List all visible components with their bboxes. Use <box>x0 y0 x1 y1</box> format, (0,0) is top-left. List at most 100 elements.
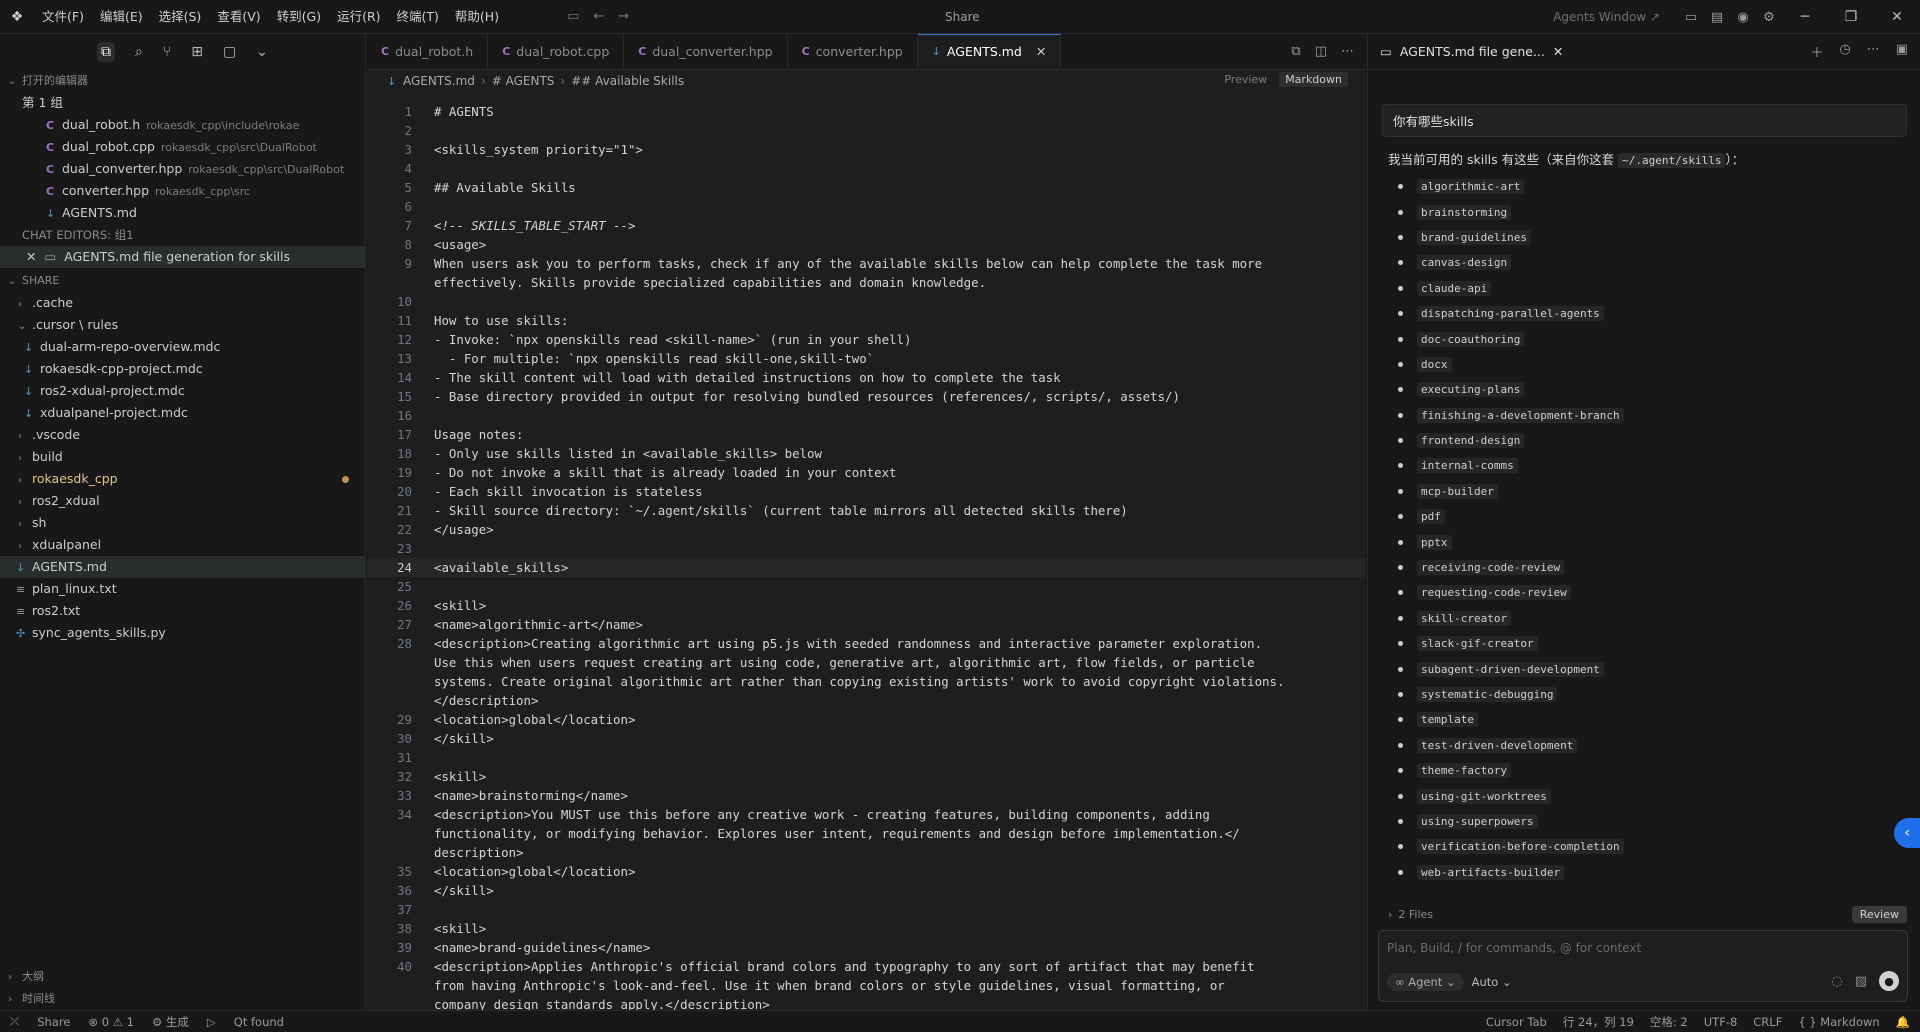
encoding[interactable]: UTF-8 <box>1704 1015 1738 1029</box>
file-item[interactable]: ↓ dual-arm-repo-overview.mdc <box>0 336 365 358</box>
user-message[interactable]: 你有哪些skills <box>1382 104 1907 137</box>
folder-xdualpanel[interactable]: › xdualpanel <box>0 534 365 556</box>
folder-sh[interactable]: › sh <box>0 512 365 534</box>
open-preview-icon[interactable]: ⧉ <box>1291 44 1300 59</box>
skill-list-item: template <box>1398 707 1907 732</box>
extensions-icon[interactable]: ⊞ <box>191 44 203 60</box>
close-icon[interactable]: ✕ <box>26 249 36 264</box>
notifications-bell-icon[interactable]: 🔔 <box>1896 1015 1910 1029</box>
code-editor[interactable]: 1 # AGENTS 2 3 <skills_system priority="1"… <box>367 102 1366 1012</box>
chevron-down-icon[interactable]: ⌄ <box>256 44 268 60</box>
status-workspace[interactable]: Share <box>37 1015 70 1029</box>
preview-mode-button[interactable]: Preview <box>1218 72 1273 87</box>
run-icon[interactable]: ▷ <box>207 1015 216 1029</box>
breadcrumb-file[interactable]: AGENTS.md <box>403 74 475 88</box>
remote-indicator-icon[interactable]: ⤫ <box>10 1014 19 1029</box>
new-chat-icon[interactable]: ＋ <box>1810 42 1823 61</box>
remote-explorer-icon[interactable]: ▢ <box>223 44 236 60</box>
folder-cursor-rules[interactable]: ⌄ .cursor \ rules <box>0 314 365 336</box>
open-editor-item[interactable]: Cdual_converter.hpp rokaesdk_cpp\src\Dual… <box>0 158 365 180</box>
menu-file[interactable]: 文件(F) <box>34 0 92 34</box>
microphone-icon[interactable]: ● <box>1879 971 1899 991</box>
back-arrow-icon[interactable]: ← <box>593 9 604 24</box>
open-editor-item[interactable]: Cconverter.hpp rokaesdk_cpp\src <box>0 180 365 202</box>
close-window-button[interactable]: ✕ <box>1874 9 1920 25</box>
review-button[interactable]: Review <box>1851 905 1907 923</box>
collapse-chevron-button[interactable]: ‹ <box>1894 818 1920 848</box>
chat-icon[interactable]: ▤ <box>1704 10 1730 25</box>
chat-tab-active[interactable]: ▭ AGENTS.md file gene... ✕ <box>1368 34 1575 70</box>
cursor-tab-status[interactable]: Cursor Tab <box>1486 1015 1547 1029</box>
settings-gear-icon[interactable]: ⚙ <box>1756 10 1782 25</box>
line-ending[interactable]: CRLF <box>1753 1015 1782 1029</box>
file-item[interactable]: ↓ xdualpanel-project.mdc <box>0 402 365 424</box>
search-icon[interactable]: ⌕ <box>135 44 143 60</box>
file-item[interactable]: ↓ rokaesdk-cpp-project.mdc <box>0 358 365 380</box>
history-icon[interactable]: ◷ <box>1839 42 1850 61</box>
chat-editors-header[interactable]: CHAT EDITORS: 组1 <box>0 224 365 246</box>
menu-run[interactable]: 运行(R) <box>329 0 388 34</box>
tab-dual-robot-cpp[interactable]: Cdual_robot.cpp <box>488 34 625 69</box>
account-icon[interactable]: ◉ <box>1730 10 1756 25</box>
close-icon[interactable]: ✕ <box>1036 34 1046 70</box>
chat-editor-item[interactable]: ✕ ▭ AGENTS.md file generation for skills <box>0 246 365 268</box>
menu-go[interactable]: 转到(G) <box>269 0 329 34</box>
menu-edit[interactable]: 编辑(E) <box>92 0 151 34</box>
share-folder-header[interactable]: ⌄ SHARE <box>0 270 365 292</box>
file-item[interactable]: ✣ sync_agents_skills.py <box>0 622 365 644</box>
folder-build[interactable]: › build <box>0 446 365 468</box>
forward-arrow-icon[interactable]: → <box>618 9 629 24</box>
layout-icon[interactable]: ▭ <box>1678 10 1704 25</box>
tab-agents-md[interactable]: ↓ AGENTS.md ✕ <box>917 34 1062 70</box>
language-mode[interactable]: { } Markdown <box>1798 1015 1879 1029</box>
menu-view[interactable]: 查看(V) <box>209 0 268 34</box>
folder-ros2-xdual[interactable]: › ros2_xdual <box>0 490 365 512</box>
problems-indicator[interactable]: ⊗ 0 ⚠ 1 <box>88 1015 134 1029</box>
model-dropdown[interactable]: Auto ⌄ <box>1472 975 1512 989</box>
agents-window-link[interactable]: Agents Window ↗ <box>1553 10 1660 24</box>
explorer-files-icon[interactable]: ⧉ <box>97 42 116 62</box>
more-actions-icon[interactable]: ⋯ <box>1867 42 1880 61</box>
restore-button[interactable]: ❐ <box>1828 9 1874 25</box>
split-editor-icon[interactable]: ◫ <box>1315 44 1327 59</box>
changed-files-bar[interactable]: › 2 Files Review <box>1382 904 1907 924</box>
markdown-mode-button[interactable]: Markdown <box>1279 72 1348 87</box>
outline-header[interactable]: › 大纲 <box>0 966 365 988</box>
image-attach-icon[interactable]: ▨ <box>1855 974 1867 989</box>
cursor-position[interactable]: 行 24，列 19 <box>1563 1014 1634 1030</box>
folder-cache[interactable]: › .cache <box>0 292 365 314</box>
file-item-agents-md[interactable]: ↓ AGENTS.md <box>0 556 365 578</box>
open-editor-item[interactable]: Cdual_robot.h rokaesdk_cpp\include\rokae <box>0 114 365 136</box>
source-control-icon[interactable]: ⑂ <box>163 44 171 60</box>
tab-converter-hpp[interactable]: Cconverter.hpp <box>788 34 918 69</box>
more-actions-icon[interactable]: ⋯ <box>1341 44 1354 59</box>
breadcrumb-heading-1[interactable]: # AGENTS <box>492 74 555 88</box>
tab-dual-converter-hpp[interactable]: Cdual_converter.hpp <box>624 34 788 69</box>
menu-selection[interactable]: 选择(S) <box>151 0 210 34</box>
breadcrumb-heading-2[interactable]: ## Available Skills <box>571 74 684 88</box>
menu-help[interactable]: 帮助(H) <box>447 0 507 34</box>
chevron-right-icon: › <box>8 994 12 1005</box>
open-editors-header[interactable]: ⌄ 打开的编辑器 <box>0 70 365 92</box>
tab-dual-robot-h[interactable]: Cdual_robot.h <box>367 34 489 69</box>
agent-mode-dropdown[interactable]: ∞ Agent ⌄ <box>1387 973 1464 991</box>
open-editor-item[interactable]: ↓ AGENTS.md <box>0 202 365 224</box>
close-icon[interactable]: ✕ <box>1553 44 1563 59</box>
code-line: 10 <box>397 294 412 309</box>
file-item[interactable]: ↓ ros2-xdual-project.mdc <box>0 380 365 402</box>
toggle-sidebar-icon[interactable]: ▭ <box>567 9 579 24</box>
file-item[interactable]: ≡ ros2.txt <box>0 600 365 622</box>
folder-rokaesdk-cpp[interactable]: › rokaesdk_cpp <box>0 468 365 490</box>
indentation[interactable]: 空格: 2 <box>1650 1014 1688 1030</box>
file-item[interactable]: ≡ plan_linux.txt <box>0 578 365 600</box>
toggle-panel-icon[interactable]: ▣ <box>1896 42 1908 61</box>
timeline-header[interactable]: › 时间线 <box>0 988 365 1010</box>
chat-input[interactable] <box>1387 937 1887 959</box>
qt-status[interactable]: Qt found <box>234 1015 284 1029</box>
open-editor-item[interactable]: Cdual_robot.cpp rokaesdk_cpp\src\DualRobo… <box>0 136 365 158</box>
generate-button[interactable]: ⚙ 生成 <box>152 1014 189 1030</box>
folder-vscode[interactable]: › .vscode <box>0 424 365 446</box>
skill-name: using-git-worktrees <box>1417 788 1551 804</box>
minimize-button[interactable]: ─ <box>1782 9 1828 25</box>
menu-terminal[interactable]: 终端(T) <box>389 0 447 34</box>
